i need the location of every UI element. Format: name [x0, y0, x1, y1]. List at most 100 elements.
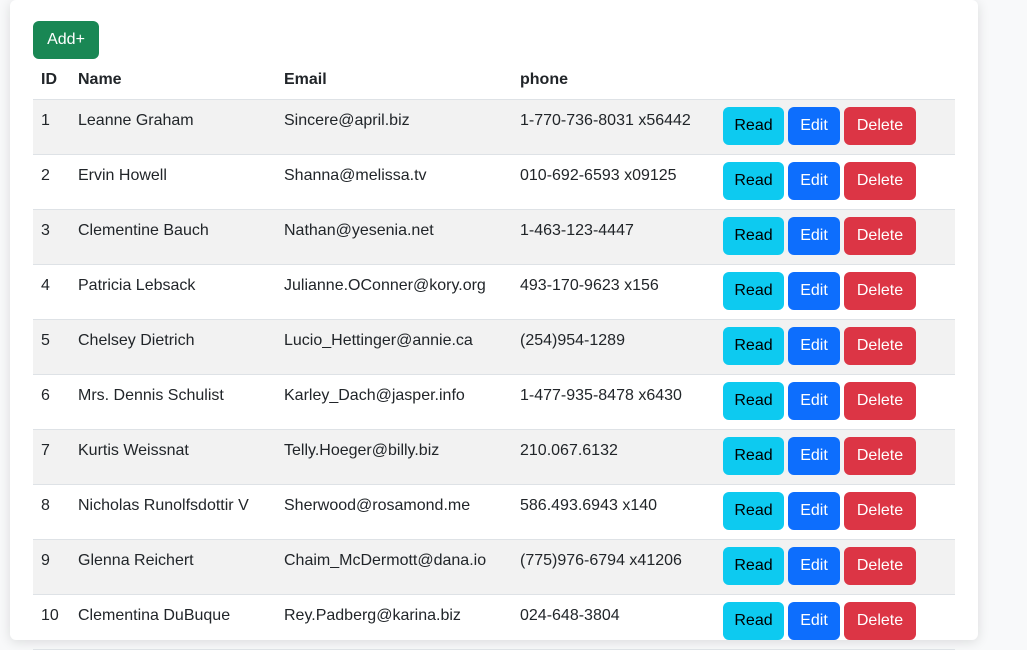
- edit-button[interactable]: Edit: [788, 107, 840, 145]
- header-row: ID Name Email phone: [33, 60, 955, 100]
- cell-name: Leanne Graham: [70, 99, 276, 155]
- read-button[interactable]: Read: [723, 602, 784, 640]
- table-row: 10 Clementina DuBuque Rey.Padberg@karina…: [33, 594, 955, 650]
- cell-phone: 210.067.6132: [512, 429, 716, 485]
- cell-id: 5: [33, 319, 70, 375]
- cell-id: 10: [33, 594, 70, 650]
- cell-email: Nathan@yesenia.net: [276, 209, 512, 265]
- table-body: 1 Leanne Graham Sincere@april.biz 1-770-…: [33, 99, 955, 650]
- cell-id: 6: [33, 374, 70, 430]
- cell-id: 3: [33, 209, 70, 265]
- read-button[interactable]: Read: [723, 272, 784, 310]
- cell-name: Mrs. Dennis Schulist: [70, 374, 276, 430]
- cell-name: Nicholas Runolfsdottir V: [70, 484, 276, 540]
- cell-phone: 1-477-935-8478 x6430: [512, 374, 716, 430]
- edit-button[interactable]: Edit: [788, 547, 840, 585]
- delete-button[interactable]: Delete: [844, 107, 916, 145]
- cell-email: Karley_Dach@jasper.info: [276, 374, 512, 430]
- delete-button[interactable]: Delete: [844, 547, 916, 585]
- delete-button[interactable]: Delete: [844, 272, 916, 310]
- header-email: Email: [276, 60, 512, 100]
- header-id: ID: [33, 60, 70, 100]
- add-button[interactable]: Add+: [33, 21, 99, 59]
- cell-id: 1: [33, 99, 70, 155]
- cell-name: Chelsey Dietrich: [70, 319, 276, 375]
- cell-id: 8: [33, 484, 70, 540]
- cell-actions: Read Edit Delete: [716, 209, 955, 265]
- cell-phone: (775)976-6794 x41206: [512, 539, 716, 595]
- table-row: 5 Chelsey Dietrich Lucio_Hettinger@annie…: [33, 319, 955, 375]
- delete-button[interactable]: Delete: [844, 437, 916, 475]
- cell-actions: Read Edit Delete: [716, 154, 955, 210]
- edit-button[interactable]: Edit: [788, 437, 840, 475]
- delete-button[interactable]: Delete: [844, 602, 916, 640]
- cell-email: Chaim_McDermott@dana.io: [276, 539, 512, 595]
- cell-phone: 010-692-6593 x09125: [512, 154, 716, 210]
- cell-actions: Read Edit Delete: [716, 484, 955, 540]
- cell-phone: 1-463-123-4447: [512, 209, 716, 265]
- cell-name: Clementina DuBuque: [70, 594, 276, 650]
- read-button[interactable]: Read: [723, 437, 784, 475]
- cell-name: Clementine Bauch: [70, 209, 276, 265]
- edit-button[interactable]: Edit: [788, 272, 840, 310]
- table-row: 7 Kurtis Weissnat Telly.Hoeger@billy.biz…: [33, 429, 955, 485]
- read-button[interactable]: Read: [723, 382, 784, 420]
- cell-phone: 586.493.6943 x140: [512, 484, 716, 540]
- header-phone: phone: [512, 60, 716, 100]
- edit-button[interactable]: Edit: [788, 382, 840, 420]
- header-actions: [716, 60, 955, 100]
- edit-button[interactable]: Edit: [788, 217, 840, 255]
- read-button[interactable]: Read: [723, 162, 784, 200]
- table-row: 3 Clementine Bauch Nathan@yesenia.net 1-…: [33, 209, 955, 265]
- cell-name: Patricia Lebsack: [70, 264, 276, 320]
- cell-id: 7: [33, 429, 70, 485]
- cell-actions: Read Edit Delete: [716, 374, 955, 430]
- table-row: 1 Leanne Graham Sincere@april.biz 1-770-…: [33, 99, 955, 155]
- cell-actions: Read Edit Delete: [716, 594, 955, 650]
- delete-button[interactable]: Delete: [844, 382, 916, 420]
- edit-button[interactable]: Edit: [788, 162, 840, 200]
- cell-id: 4: [33, 264, 70, 320]
- edit-button[interactable]: Edit: [788, 602, 840, 640]
- read-button[interactable]: Read: [723, 327, 784, 365]
- cell-actions: Read Edit Delete: [716, 264, 955, 320]
- table-row: 6 Mrs. Dennis Schulist Karley_Dach@jaspe…: [33, 374, 955, 430]
- cell-actions: Read Edit Delete: [716, 539, 955, 595]
- cell-phone: 024-648-3804: [512, 594, 716, 650]
- delete-button[interactable]: Delete: [844, 162, 916, 200]
- cell-email: Sincere@april.biz: [276, 99, 512, 155]
- cell-actions: Read Edit Delete: [716, 429, 955, 485]
- table-row: 9 Glenna Reichert Chaim_McDermott@dana.i…: [33, 539, 955, 595]
- table-header: ID Name Email phone: [33, 60, 955, 100]
- table-row: 4 Patricia Lebsack Julianne.OConner@kory…: [33, 264, 955, 320]
- table-row: 2 Ervin Howell Shanna@melissa.tv 010-692…: [33, 154, 955, 210]
- read-button[interactable]: Read: [723, 217, 784, 255]
- cell-phone: 1-770-736-8031 x56442: [512, 99, 716, 155]
- cell-email: Lucio_Hettinger@annie.ca: [276, 319, 512, 375]
- table-row: 8 Nicholas Runolfsdottir V Sherwood@rosa…: [33, 484, 955, 540]
- read-button[interactable]: Read: [723, 107, 784, 145]
- cell-email: Julianne.OConner@kory.org: [276, 264, 512, 320]
- cell-name: Kurtis Weissnat: [70, 429, 276, 485]
- cell-id: 2: [33, 154, 70, 210]
- read-button[interactable]: Read: [723, 492, 784, 530]
- cell-name: Glenna Reichert: [70, 539, 276, 595]
- cell-phone: 493-170-9623 x156: [512, 264, 716, 320]
- cell-id: 9: [33, 539, 70, 595]
- edit-button[interactable]: Edit: [788, 327, 840, 365]
- header-name: Name: [70, 60, 276, 100]
- delete-button[interactable]: Delete: [844, 217, 916, 255]
- edit-button[interactable]: Edit: [788, 492, 840, 530]
- cell-actions: Read Edit Delete: [716, 99, 955, 155]
- delete-button[interactable]: Delete: [844, 492, 916, 530]
- cell-email: Rey.Padberg@karina.biz: [276, 594, 512, 650]
- cell-actions: Read Edit Delete: [716, 319, 955, 375]
- users-table: ID Name Email phone 1 Leanne Graham Sinc…: [33, 60, 955, 650]
- read-button[interactable]: Read: [723, 547, 784, 585]
- cell-email: Sherwood@rosamond.me: [276, 484, 512, 540]
- cell-email: Telly.Hoeger@billy.biz: [276, 429, 512, 485]
- cell-email: Shanna@melissa.tv: [276, 154, 512, 210]
- cell-phone: (254)954-1289: [512, 319, 716, 375]
- cell-name: Ervin Howell: [70, 154, 276, 210]
- delete-button[interactable]: Delete: [844, 327, 916, 365]
